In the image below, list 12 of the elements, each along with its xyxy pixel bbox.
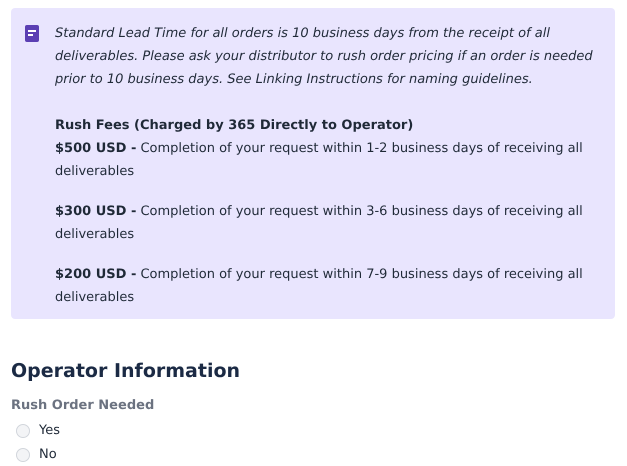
- radio-button[interactable]: [16, 424, 30, 438]
- field-label: Rush Order Needed: [11, 396, 156, 414]
- option-label[interactable]: No: [39, 445, 57, 465]
- document-icon: [25, 25, 39, 42]
- radio-button[interactable]: [16, 448, 30, 462]
- rush-fees-heading: Rush Fees (Charged by 365 Directly to Operator): [55, 117, 414, 135]
- lead-time-note: Standard Lead Time for all orders is 10 business days from the receipt of all deliverables. Please ask your distributor to rush order pricing if an order is needed prior to 10 business days. See Linking Instructions for naming guidelines.: [55, 25, 594, 89]
- option-label[interactable]: Yes: [39, 421, 60, 441]
- fee-line: $500 USD - Completion of your request within 1-2 business days of receiving all deliverables: [55, 140, 584, 181]
- fee-line: $300 USD - Completion of your request within 3-6 business days of receiving all deliverables: [55, 203, 584, 244]
- section-heading: Operator Information: [11, 359, 242, 384]
- fee-line: $200 USD - Completion of your request within 7-9 business days of receiving all deliverables: [55, 266, 584, 307]
